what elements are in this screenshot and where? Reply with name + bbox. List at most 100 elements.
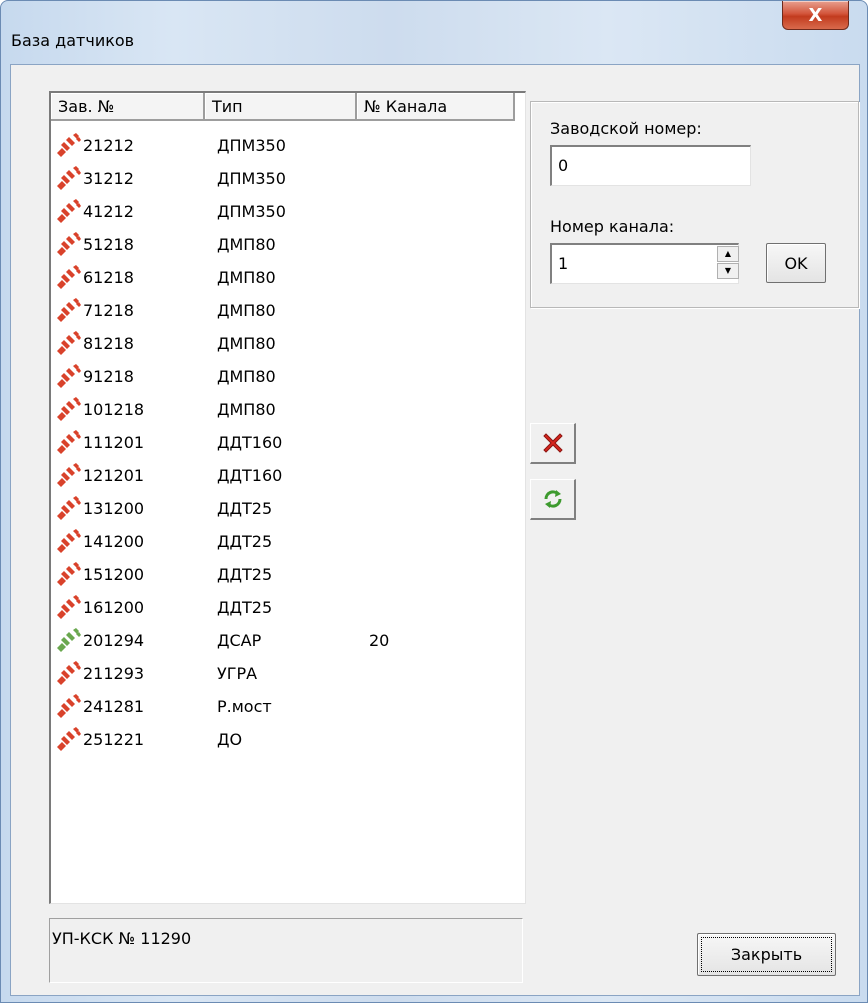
column-header-channel[interactable]: № Канала bbox=[357, 93, 515, 121]
plug-icon bbox=[55, 397, 81, 421]
delete-x-icon bbox=[542, 433, 563, 453]
plug-icon bbox=[55, 463, 81, 487]
cell-type: ДПМ350 bbox=[217, 136, 286, 155]
cell-type: ДДТ25 bbox=[217, 598, 273, 617]
channel-number-label: Номер канала: bbox=[550, 217, 675, 236]
window-close-button[interactable]: X bbox=[782, 1, 849, 30]
cell-serial: 211293 bbox=[83, 664, 145, 683]
cell-type: Р.мост bbox=[217, 697, 272, 716]
plug-icon bbox=[55, 694, 81, 718]
table-row[interactable]: 141200 ДДТ25 bbox=[51, 525, 511, 558]
cell-type: ДМП80 bbox=[217, 301, 276, 320]
ok-button[interactable]: OK bbox=[766, 243, 826, 283]
cell-serial: 61218 bbox=[83, 268, 134, 287]
plug-icon bbox=[55, 331, 81, 355]
status-bar: УП-КСК № 11290 bbox=[49, 918, 523, 983]
table-row[interactable]: 161200 ДДТ25 bbox=[51, 591, 511, 624]
sensor-list[interactable]: Зав. № Тип № Канала 21212 ДПМ350 31212 ДПМ3… bbox=[49, 91, 526, 904]
status-text: УП-КСК № 11290 bbox=[52, 929, 192, 948]
plug-icon bbox=[55, 298, 81, 322]
dialog-client-area: Зав. № Тип № Канала 21212 ДПМ350 31212 ДПМ3… bbox=[10, 64, 860, 996]
spin-up-button[interactable]: ▲ bbox=[717, 246, 739, 262]
table-row[interactable]: 111201 ДДТ160 bbox=[51, 426, 511, 459]
cell-type: ДМП80 bbox=[217, 400, 276, 419]
cell-serial: 101218 bbox=[83, 400, 145, 419]
ok-button-label: OK bbox=[784, 253, 808, 273]
cell-type: ДДТ25 bbox=[217, 532, 273, 551]
table-row[interactable]: 251221 ДО bbox=[51, 723, 511, 756]
cell-serial: 241281 bbox=[83, 697, 145, 716]
plug-icon bbox=[55, 133, 81, 157]
list-header: Зав. № Тип № Канала bbox=[51, 93, 525, 123]
plug-icon bbox=[55, 595, 81, 619]
plug-icon bbox=[55, 430, 81, 454]
cell-serial: 91218 bbox=[83, 367, 134, 386]
plug-icon bbox=[55, 496, 81, 520]
cell-serial: 251221 bbox=[83, 730, 145, 749]
spin-down-button[interactable]: ▼ bbox=[717, 263, 739, 279]
plug-icon bbox=[55, 529, 81, 553]
table-row[interactable]: 151200 ДДТ25 bbox=[51, 558, 511, 591]
cell-type: ДО bbox=[217, 730, 243, 749]
cell-type: ДМП80 bbox=[217, 334, 276, 353]
plug-icon bbox=[55, 562, 81, 586]
table-row[interactable]: 61218 ДМП80 bbox=[51, 261, 511, 294]
cell-type: УГРА bbox=[217, 664, 258, 683]
table-row[interactable]: 211293 УГРА bbox=[51, 657, 511, 690]
cell-serial: 71218 bbox=[83, 301, 134, 320]
table-row[interactable]: 21212 ДПМ350 bbox=[51, 129, 511, 162]
cell-type: ДСАР bbox=[217, 631, 262, 650]
cell-serial: 111201 bbox=[83, 433, 145, 452]
window-title: База датчиков bbox=[11, 31, 135, 50]
close-button[interactable]: Закрыть bbox=[697, 933, 836, 976]
cell-serial: 201294 bbox=[83, 631, 145, 650]
cell-type: ДДТ25 bbox=[217, 499, 273, 518]
plug-icon bbox=[55, 232, 81, 256]
channel-spinner[interactable]: ▲ ▼ bbox=[717, 246, 739, 282]
table-row[interactable]: 201294 ДСАР 20 bbox=[51, 624, 511, 657]
plug-icon bbox=[55, 166, 81, 190]
cell-serial: 161200 bbox=[83, 598, 145, 617]
table-row[interactable]: 131200 ДДТ25 bbox=[51, 492, 511, 525]
cell-serial: 51218 bbox=[83, 235, 134, 254]
cell-type: ДДТ160 bbox=[217, 433, 283, 452]
table-row[interactable]: 91218 ДМП80 bbox=[51, 360, 511, 393]
title-bar[interactable]: База датчиков X bbox=[1, 1, 867, 63]
refresh-button[interactable] bbox=[530, 479, 576, 520]
channel-number-input[interactable]: 1 bbox=[550, 243, 739, 284]
cell-serial: 121201 bbox=[83, 466, 145, 485]
dialog-window: База датчиков X Зав. № Тип № Канала 2121… bbox=[0, 0, 868, 1003]
table-row[interactable]: 41212 ДПМ350 bbox=[51, 195, 511, 228]
plug-icon bbox=[55, 364, 81, 388]
table-row[interactable]: 101218 ДМП80 bbox=[51, 393, 511, 426]
close-button-label: Закрыть bbox=[730, 945, 803, 964]
cell-type: ДДТ160 bbox=[217, 466, 283, 485]
cell-type: ДМП80 bbox=[217, 268, 276, 287]
cell-serial: 151200 bbox=[83, 565, 145, 584]
cell-serial: 81218 bbox=[83, 334, 134, 353]
refresh-icon bbox=[543, 490, 562, 508]
serial-number-input[interactable]: 0 bbox=[550, 145, 751, 186]
table-row[interactable]: 121201 ДДТ160 bbox=[51, 459, 511, 492]
serial-number-value: 0 bbox=[558, 156, 569, 175]
plug-icon bbox=[55, 661, 81, 685]
column-header-serial[interactable]: Зав. № bbox=[51, 93, 205, 121]
cell-serial: 141200 bbox=[83, 532, 145, 551]
sensor-edit-group: Заводской номер: 0 Номер канала: 1 ▲ ▼ O… bbox=[530, 101, 859, 308]
column-header-type[interactable]: Тип bbox=[205, 93, 357, 121]
cell-serial: 131200 bbox=[83, 499, 145, 518]
cell-type: ДПМ350 bbox=[217, 169, 286, 188]
delete-sensor-button[interactable] bbox=[530, 423, 576, 464]
plug-icon bbox=[55, 265, 81, 289]
table-row[interactable]: 31212 ДПМ350 bbox=[51, 162, 511, 195]
table-row[interactable]: 81218 ДМП80 bbox=[51, 327, 511, 360]
cell-channel: 20 bbox=[369, 631, 390, 650]
cell-type: ДМП80 bbox=[217, 367, 276, 386]
serial-number-label: Заводской номер: bbox=[550, 119, 702, 138]
table-row[interactable]: 51218 ДМП80 bbox=[51, 228, 511, 261]
channel-number-value: 1 bbox=[558, 254, 569, 273]
cell-serial: 21212 bbox=[83, 136, 134, 155]
table-row[interactable]: 71218 ДМП80 bbox=[51, 294, 511, 327]
table-row[interactable]: 241281 Р.мост bbox=[51, 690, 511, 723]
cell-type: ДПМ350 bbox=[217, 202, 286, 221]
